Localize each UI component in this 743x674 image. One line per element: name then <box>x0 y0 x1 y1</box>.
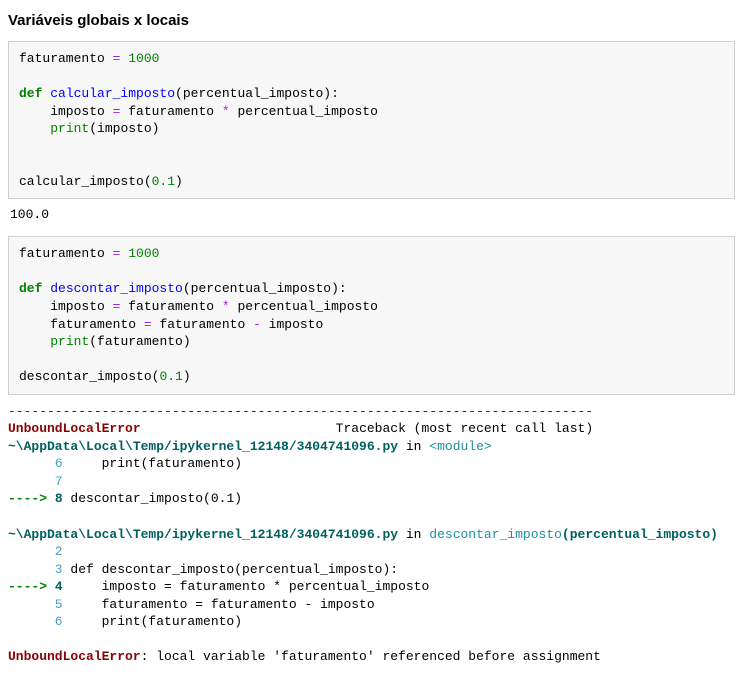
c1-l3-rest: (percentual_imposto): <box>175 86 339 101</box>
c1-l8-num: 0.1 <box>152 174 175 189</box>
tb-dashes: ----------------------------------------… <box>8 404 593 419</box>
tb-f2-l2-n: 2 <box>8 544 63 559</box>
c2-l5-e: imposto <box>261 317 323 332</box>
c2-l5-a: faturamento <box>19 317 144 332</box>
tb-module: <module> <box>429 439 491 454</box>
tb-f1-l6-n: 6 <box>8 456 63 471</box>
tb-final-err: UnboundLocalError <box>8 649 141 664</box>
c1-l8-c: ) <box>175 174 183 189</box>
c1-l5-arg: (imposto) <box>89 121 159 136</box>
c2-l3-rest: (percentual_imposto): <box>183 281 347 296</box>
c2-l6-arg: (faturamento) <box>89 334 190 349</box>
page-title: Variáveis globais x locais <box>8 12 735 29</box>
tb-path2: ~\AppData\Local\Temp/ipykernel_12148/340… <box>8 527 398 542</box>
c2-l3-fn: descontar_imposto <box>50 281 183 296</box>
tb-err-name: UnboundLocalError <box>8 421 141 436</box>
tb-arg-name: percentual_imposto <box>570 527 710 542</box>
tb-f2-l5-t: faturamento = faturamento - imposto <box>63 597 375 612</box>
c2-l4-c: faturamento <box>120 299 221 314</box>
tb-f2-l3-t: def descontar_imposto(percentual_imposto… <box>63 562 398 577</box>
c1-l1-num: 1000 <box>128 51 159 66</box>
code-cell-2: faturamento = 1000 def descontar_imposto… <box>8 236 735 394</box>
c2-l4-e: percentual_imposto <box>230 299 378 314</box>
tb-f2-l6-n: 6 <box>8 614 63 629</box>
c2-l5-eq: = <box>144 317 152 332</box>
tb-f2-l3-n: 3 <box>8 562 63 577</box>
tb-arg-open: ( <box>562 527 570 542</box>
tb-in1: in <box>398 439 429 454</box>
c2-l5-c: faturamento <box>152 317 253 332</box>
tb-f2-l5-n: 5 <box>8 597 63 612</box>
code-cell-1: faturamento = 1000 def calcular_imposto(… <box>8 41 735 199</box>
c2-l4-mul: * <box>222 299 230 314</box>
c1-l4-a: imposto <box>19 104 113 119</box>
tb-f1-l8-c: ) <box>234 491 242 506</box>
tb-f2-l6-t: print(faturamento) <box>63 614 242 629</box>
c2-l8-num: 0.1 <box>159 369 182 384</box>
tb-final-msg: : local variable 'faturamento' reference… <box>141 649 601 664</box>
tb-path1: ~\AppData\Local\Temp/ipykernel_12148/340… <box>8 439 398 454</box>
tb-f2-l4-n: 4 <box>55 579 63 594</box>
tb-err-pad <box>141 421 336 436</box>
tb-f1-l8-a: descontar_imposto( <box>63 491 211 506</box>
c2-l3-def: def <box>19 281 42 296</box>
output-1: 100.0 <box>10 207 735 222</box>
c2-l8-a: descontar_imposto( <box>19 369 159 384</box>
c2-l1-var: faturamento <box>19 246 113 261</box>
tb-f1-l6-t: print(faturamento) <box>63 456 242 471</box>
c1-l3-fn: calcular_imposto <box>50 86 175 101</box>
tb-f2-l4-t: imposto = faturamento * percentual_impos… <box>63 579 430 594</box>
c1-l8-a: calcular_imposto( <box>19 174 152 189</box>
tb-f1-l7-n: 7 <box>8 474 63 489</box>
c1-l4-mul: * <box>222 104 230 119</box>
c2-l6-print: print <box>50 334 89 349</box>
tb-arrow2: ----> <box>8 579 55 594</box>
tb-in2: in <box>398 527 429 542</box>
c1-l1-var: faturamento <box>19 51 113 66</box>
tb-trace-label: Traceback (most recent call last) <box>336 421 593 436</box>
traceback: ----------------------------------------… <box>8 403 735 666</box>
c1-l4-e: percentual_imposto <box>230 104 378 119</box>
tb-arrow1: ----> <box>8 491 55 506</box>
tb-fn2: descontar_imposto <box>429 527 562 542</box>
c1-l3-def: def <box>19 86 42 101</box>
tb-f1-l8-b: 0.1 <box>211 491 234 506</box>
tb-arg-close: ) <box>710 527 718 542</box>
c2-l6-ind <box>19 334 50 349</box>
c2-l1-num: 1000 <box>128 246 159 261</box>
c1-l4-c: faturamento <box>120 104 221 119</box>
c1-l5-ind <box>19 121 50 136</box>
tb-f1-l8-n: 8 <box>55 491 63 506</box>
c2-l5-minus: - <box>253 317 261 332</box>
c2-l8-c: ) <box>183 369 191 384</box>
c2-l4-a: imposto <box>19 299 113 314</box>
c1-l5-print: print <box>50 121 89 136</box>
